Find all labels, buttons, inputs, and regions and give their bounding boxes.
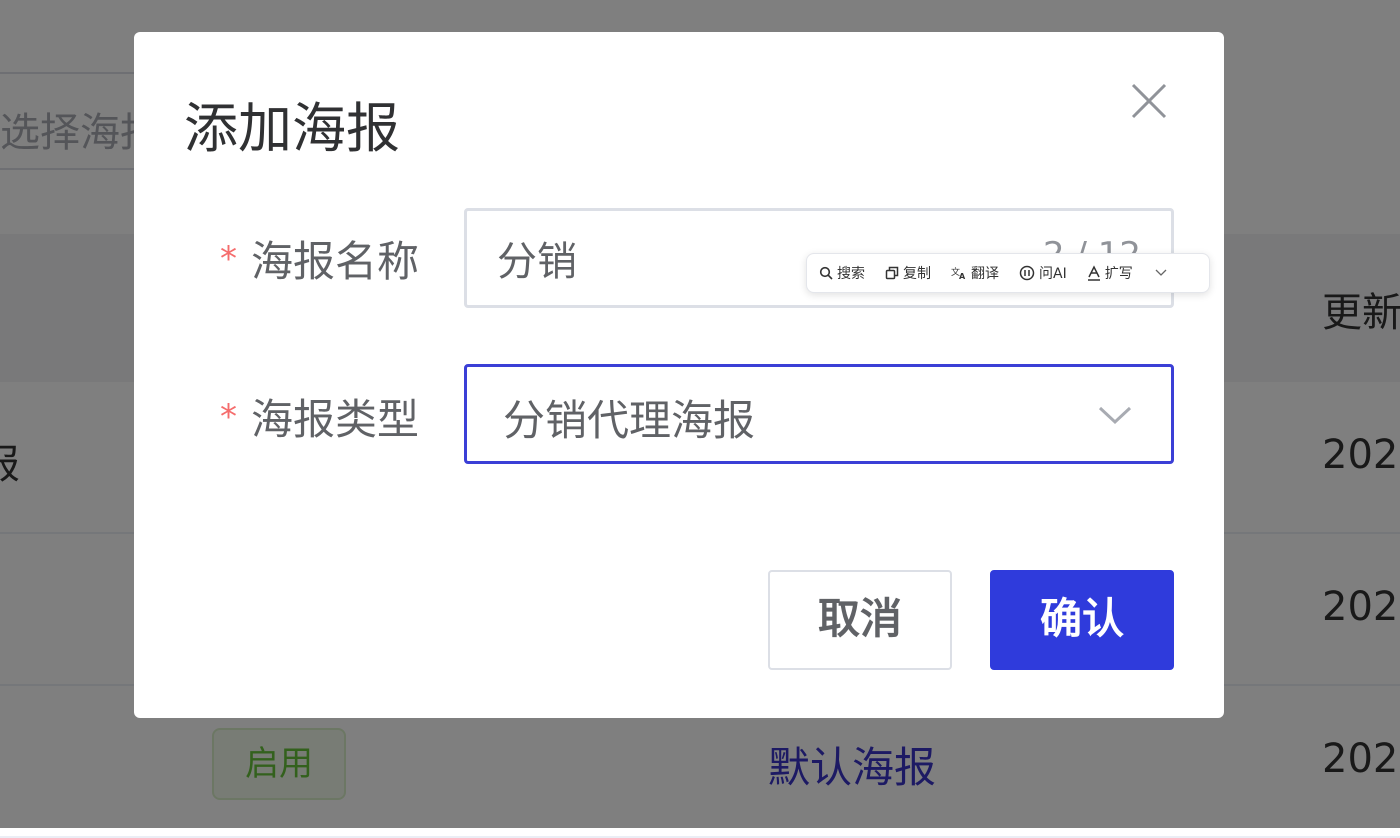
search-icon [819,266,833,280]
poster-type-label: * 海报类型 [220,386,419,447]
required-mark: * [220,239,237,279]
toolbar-ask-ai-label: 问AI [1039,266,1067,282]
poster-type-selected: 分销代理海报 [503,396,756,445]
toolbar-copy-button[interactable]: 复制 [885,263,931,283]
poster-type-label-text: 海报类型 [251,395,420,444]
required-mark: * [220,397,237,437]
close-button[interactable] [1124,76,1174,126]
cancel-button[interactable]: 取消 [768,570,952,670]
add-poster-dialog: 添加海报 *海报名称 2 / 12 *海报类型 分销代理海报 取消 确认 [134,32,1224,718]
selection-toolbar: 搜索 复制 文 A 翻译 问AI 扩写 [806,253,1210,293]
translate-icon: 文 A [951,266,966,280]
ai-icon [1019,265,1035,281]
toolbar-search-button[interactable]: 搜索 [819,263,865,283]
toolbar-translate-label: 翻译 [971,266,999,282]
chevron-down-icon [1155,269,1167,276]
toolbar-copy-label: 复制 [903,266,931,282]
close-icon [1131,83,1167,119]
toolbar-expand-label: 扩写 [1104,266,1133,282]
copy-icon [885,266,899,280]
chevron-down-icon [1098,406,1132,425]
poster-type-select[interactable]: 分销代理海报 [464,364,1174,464]
toolbar-search-label: 搜索 [837,266,865,282]
toolbar-translate-button[interactable]: 文 A 翻译 [951,263,999,283]
svg-text:A: A [959,272,966,280]
toolbar-expand-button[interactable]: 扩写 [1087,263,1133,283]
toolbar-ask-ai-button[interactable]: 问AI [1019,263,1067,283]
poster-name-label-text: 海报名称 [251,237,420,286]
toolbar-more-button[interactable] [1155,269,1167,277]
poster-name-label: * 海报名称 [220,228,419,289]
dialog-title: 添加海报 [184,97,400,160]
expand-write-icon [1087,265,1100,281]
confirm-button[interactable]: 确认 [990,570,1174,670]
